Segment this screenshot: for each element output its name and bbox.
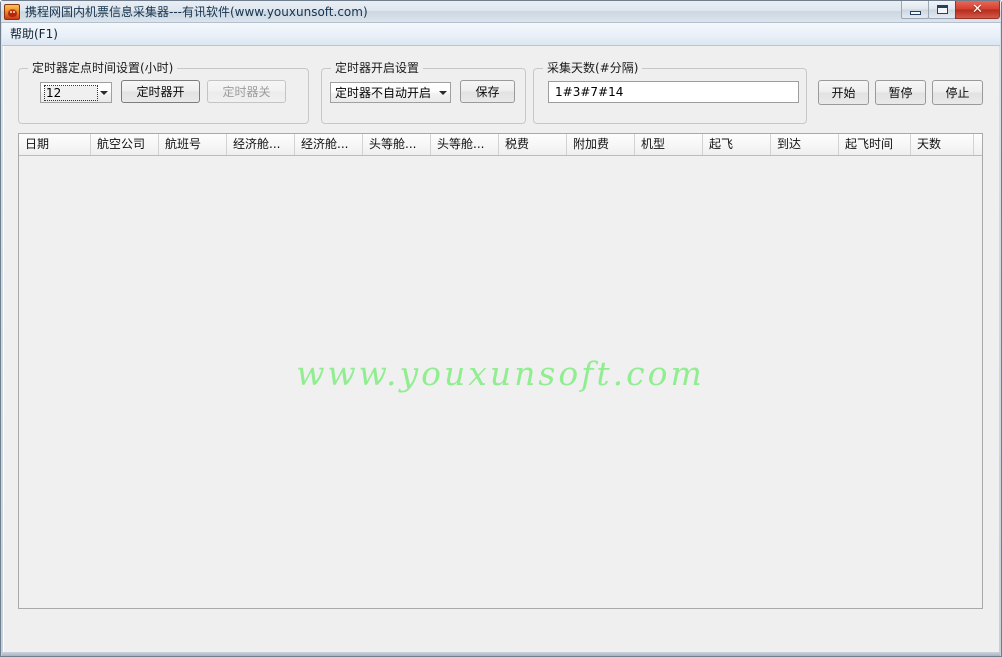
autorun-mode-select[interactable]: 定时器不自动开启 — [330, 82, 451, 103]
grid-column-header[interactable]: 天数 — [911, 134, 974, 155]
grid-column-header[interactable]: 起飞 — [703, 134, 771, 155]
application-window: 携程网国内机票信息采集器---有讯软件(www.youxunsoft.com) … — [0, 0, 1002, 657]
title-bar[interactable]: 携程网国内机票信息采集器---有讯软件(www.youxunsoft.com) … — [1, 1, 1001, 23]
timer-off-button: 定时器关 — [207, 80, 286, 103]
save-button[interactable]: 保存 — [460, 80, 515, 103]
grid-body[interactable]: www.youxunsoft.com — [19, 156, 982, 608]
watermark-text: www.youxunsoft.com — [296, 354, 705, 393]
minimize-button[interactable] — [901, 1, 929, 19]
grid-column-header[interactable]: 航空公司 — [91, 134, 159, 155]
close-button[interactable]: ✕ — [955, 1, 1000, 19]
grid-column-header[interactable]: 经济舱... — [295, 134, 363, 155]
grid-column-header[interactable]: 税费 — [499, 134, 567, 155]
stop-button[interactable]: 停止 — [932, 80, 983, 105]
group-autorun-title: 定时器开启设置 — [331, 61, 424, 75]
menu-item-help[interactable]: 帮助(F1) — [2, 24, 65, 44]
grid-column-header[interactable]: 经济舱... — [227, 134, 295, 155]
grid-column-header[interactable]: 头等舱... — [431, 134, 499, 155]
hour-select-value: 12 — [44, 84, 98, 101]
close-icon: ✕ — [972, 2, 983, 17]
grid-column-header[interactable]: 日期 — [19, 134, 91, 155]
hour-select[interactable]: 12 — [40, 82, 112, 103]
group-collect-days-title: 采集天数(#分隔) — [543, 61, 643, 75]
grid-column-header[interactable]: 航班号 — [159, 134, 227, 155]
chevron-down-icon — [100, 90, 108, 95]
grid-column-header[interactable]: 附加费 — [567, 134, 635, 155]
group-timer-time-title: 定时器定点时间设置(小时) — [28, 61, 178, 75]
app-devil-icon — [4, 3, 20, 20]
menu-bar: 帮助(F1) — [2, 23, 1000, 46]
window-title: 携程网国内机票信息采集器---有讯软件(www.youxunsoft.com) — [25, 5, 368, 19]
grid-column-header[interactable]: 到达 — [771, 134, 839, 155]
grid-column-header[interactable]: 头等舱... — [363, 134, 431, 155]
start-button[interactable]: 开始 — [818, 80, 869, 105]
minimize-icon — [902, 1, 928, 18]
grid-column-header-filler — [974, 134, 982, 155]
client-area: 定时器定点时间设置(小时) 12 定时器开 定时器关 定时器开启设置 定时器不自… — [3, 46, 999, 654]
chevron-down-icon — [439, 90, 447, 95]
window-bottom-bevel — [2, 652, 1000, 656]
maximize-icon — [929, 1, 955, 18]
maximize-button[interactable] — [928, 1, 956, 19]
pause-button[interactable]: 暂停 — [875, 80, 926, 105]
timer-on-button[interactable]: 定时器开 — [121, 80, 200, 103]
autorun-mode-value: 定时器不自动开启 — [335, 86, 432, 100]
combo-separator — [93, 84, 94, 101]
grid-header-row: 日期 航空公司 航班号 经济舱... 经济舱... 头等舱... 头等舱... 税费 附加费 机型… — [19, 134, 982, 156]
flight-data-grid[interactable]: 日期 航空公司 航班号 经济舱... 经济舱... 头等舱... 头等舱... 税费 附加费 机型… — [18, 133, 983, 609]
window-controls: ✕ — [901, 1, 1000, 21]
grid-column-header[interactable]: 起飞时间 — [839, 134, 911, 155]
collect-days-input[interactable]: 1#3#7#14 — [548, 81, 799, 103]
grid-column-header[interactable]: 机型 — [635, 134, 703, 155]
